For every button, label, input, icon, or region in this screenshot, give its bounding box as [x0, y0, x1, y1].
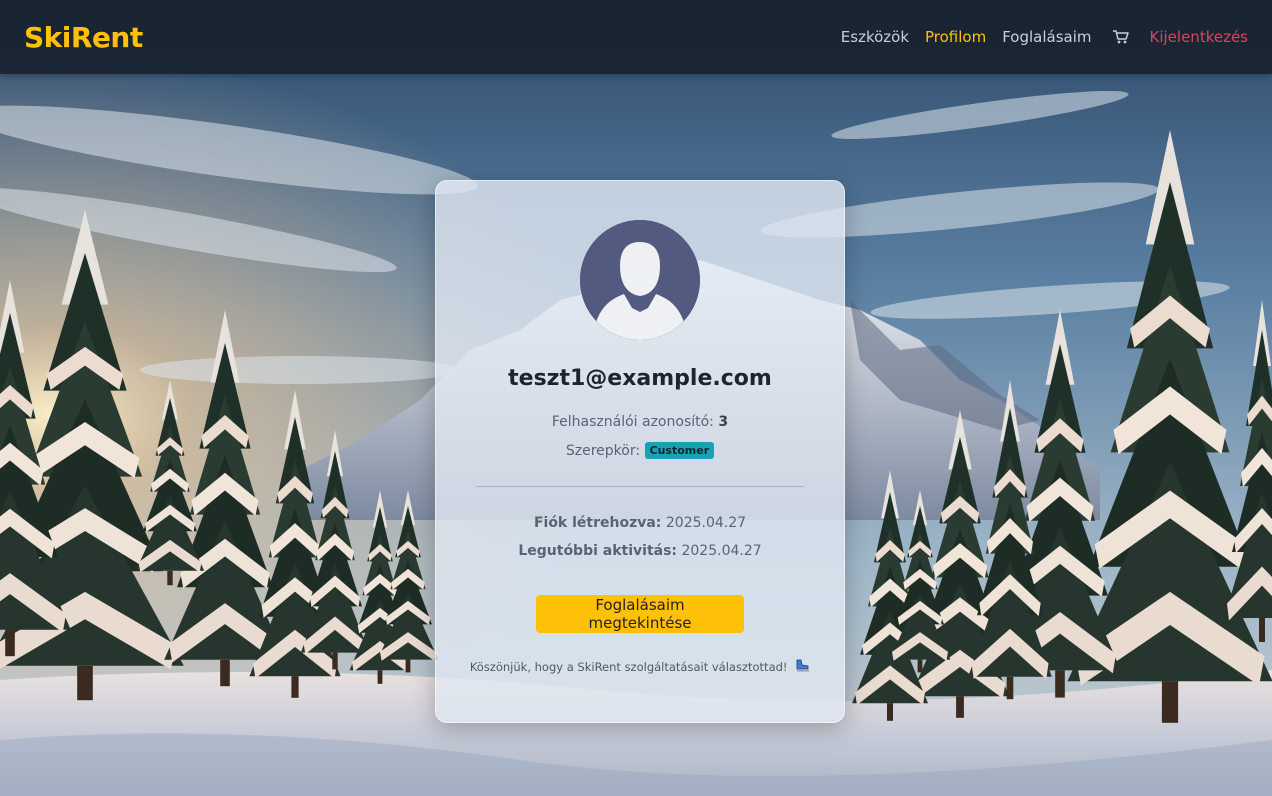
- thanks-text: Köszönjük, hogy a SkiRent szolgáltatásai…: [469, 660, 788, 674]
- last-activity-value: 2025.04.27: [681, 543, 762, 559]
- nav-item-foglalasaim[interactable]: Foglalásaim: [1002, 28, 1091, 46]
- cart-icon[interactable]: [1112, 29, 1130, 45]
- last-activity-row: Legutóbbi aktivitás: 2025.04.27: [436, 543, 844, 559]
- user-id-label: Felhasználói azonosító:: [551, 414, 714, 430]
- divider: [476, 486, 804, 487]
- view-bookings-button[interactable]: Foglalásaim megtekintése: [536, 595, 744, 633]
- role-label: Szerepkör:: [565, 443, 641, 459]
- user-id-row: Felhasználói azonosító: 3: [436, 414, 844, 430]
- brand-logo[interactable]: SkiRent: [24, 21, 143, 54]
- ice-skate-icon: [794, 659, 810, 673]
- profile-card: teszt1@example.com Felhasználói azonosít…: [435, 180, 845, 723]
- role-row: Szerepkör: Customer: [436, 442, 844, 459]
- created-value: 2025.04.27: [665, 515, 747, 531]
- logout-link[interactable]: Kijelentkezés: [1150, 28, 1248, 46]
- user-id-value: 3: [718, 414, 729, 430]
- nav-item-eszkozok[interactable]: Eszközök: [841, 28, 909, 46]
- created-row: Fiók létrehozva: 2025.04.27: [436, 515, 844, 531]
- thanks-message: Köszönjük, hogy a SkiRent szolgáltatásai…: [436, 659, 844, 674]
- navbar: SkiRent Eszközök Profilom Foglalásaim Ki…: [0, 0, 1272, 74]
- role-badge: Customer: [644, 442, 715, 459]
- nav-links: Eszközök Profilom Foglalásaim Kijelentke…: [841, 28, 1248, 46]
- last-activity-label: Legutóbbi aktivitás:: [518, 543, 678, 559]
- nav-item-profilom[interactable]: Profilom: [925, 28, 986, 46]
- created-label: Fiók létrehozva:: [533, 515, 662, 531]
- profile-email: teszt1@example.com: [508, 366, 772, 391]
- user-avatar-icon: [580, 220, 700, 340]
